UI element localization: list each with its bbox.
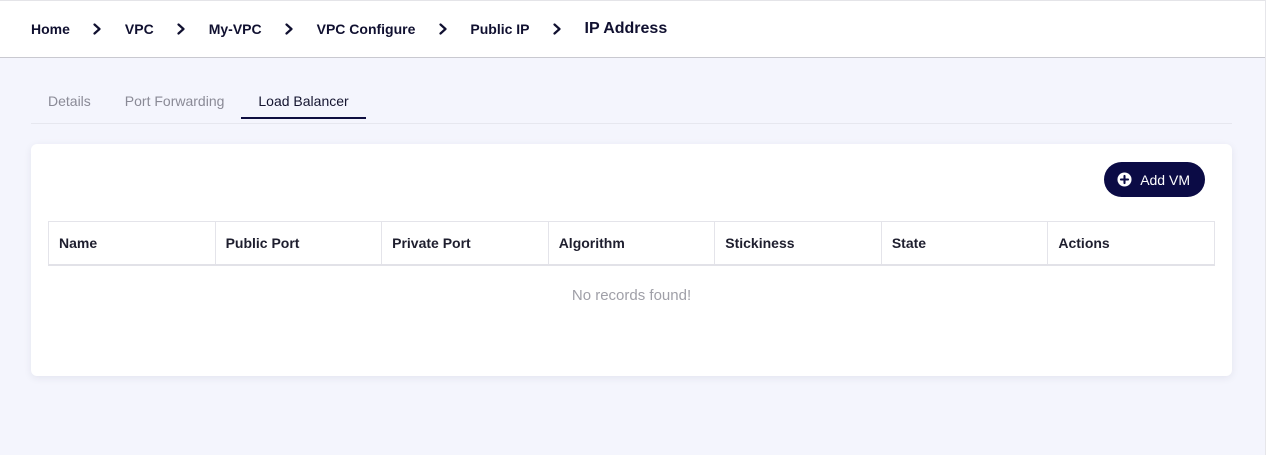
breadcrumb-vpc-configure[interactable]: VPC Configure [317, 21, 416, 37]
breadcrumb: Home VPC My-VPC VPC Configure Public IP … [0, 0, 1265, 58]
chevron-right-icon [415, 19, 470, 39]
chevron-right-icon [262, 19, 317, 39]
column-header-actions[interactable]: Actions [1047, 221, 1215, 266]
tab-bar: Details Port Forwarding Load Balancer [31, 84, 1232, 124]
chevron-right-icon [530, 19, 585, 39]
breadcrumb-my-vpc[interactable]: My-VPC [209, 21, 262, 37]
column-header-stickiness[interactable]: Stickiness [714, 221, 882, 266]
breadcrumb-vpc[interactable]: VPC [125, 21, 154, 37]
page: Home VPC My-VPC VPC Configure Public IP … [0, 0, 1269, 455]
scrollbar[interactable] [1265, 0, 1269, 455]
tab-port-forwarding[interactable]: Port Forwarding [108, 84, 242, 119]
column-header-name[interactable]: Name [48, 221, 216, 266]
chevron-right-icon [70, 19, 125, 39]
load-balancer-table: Name Public Port Private Port Algorithm … [48, 221, 1215, 266]
breadcrumb-home[interactable]: Home [31, 21, 70, 37]
table-header-row: Name Public Port Private Port Algorithm … [48, 221, 1215, 266]
column-header-private-port[interactable]: Private Port [381, 221, 549, 266]
column-header-algorithm[interactable]: Algorithm [547, 221, 715, 266]
add-vm-button[interactable]: Add VM [1104, 162, 1205, 197]
breadcrumb-current-page: IP Address [584, 20, 668, 37]
empty-state-message: No records found! [571, 287, 692, 304]
column-header-state[interactable]: State [880, 221, 1048, 266]
column-header-public-port[interactable]: Public Port [214, 221, 382, 266]
tab-details[interactable]: Details [31, 84, 108, 119]
load-balancer-card: Add VM Name Public Port Private Port Alg… [31, 144, 1232, 376]
chevron-right-icon [154, 19, 209, 39]
tab-load-balancer[interactable]: Load Balancer [241, 84, 366, 119]
add-vm-label: Add VM [1140, 171, 1190, 188]
plus-circle-icon [1117, 172, 1132, 187]
breadcrumb-public-ip[interactable]: Public IP [470, 21, 529, 37]
